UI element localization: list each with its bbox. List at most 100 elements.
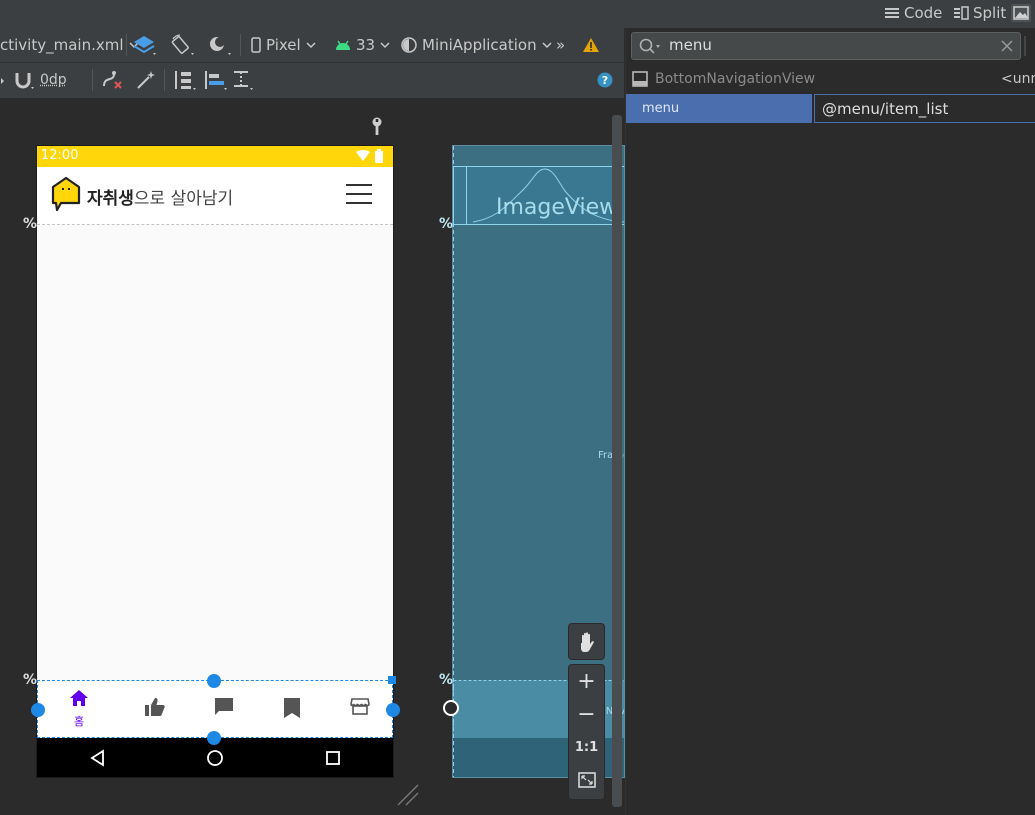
help-button[interactable]: ? — [597, 63, 613, 97]
toolbar-divider — [92, 69, 93, 91]
app-title-rest: 으로 살아남기 — [134, 189, 233, 209]
app-bar: 자취생으로 살아남기 — [37, 167, 393, 225]
warning-button[interactable] — [582, 28, 600, 62]
theme-dropdown[interactable]: MiniApplication — [400, 28, 553, 62]
night-mode-icon — [207, 33, 233, 57]
attribute-value-input[interactable]: @menu/item_list — [814, 94, 1035, 123]
clear-constraints-button[interactable] — [100, 63, 126, 97]
percent-guideline-marker[interactable]: % — [439, 216, 453, 232]
chat-icon — [214, 697, 234, 717]
canvas-vertical-scrollbar[interactable] — [612, 115, 622, 807]
component-header: BottomNavigationView <unn — [626, 66, 1035, 94]
clear-search-icon[interactable] — [1000, 39, 1014, 53]
resize-handle-bottom[interactable] — [207, 731, 221, 745]
split-icon — [953, 6, 969, 20]
theme-label: MiniApplication — [422, 36, 537, 54]
nav-item-home[interactable]: 홈 — [62, 687, 96, 731]
zoom-actual-size-button[interactable]: 1:1 — [569, 740, 604, 760]
attributes-panel: menu BottomNavigationView <unn menu @men… — [625, 28, 1035, 815]
bottom-navigation-view[interactable]: 홈 — [37, 680, 393, 738]
percent-guideline-marker[interactable]: % — [23, 672, 37, 688]
zoom-in-button[interactable]: + — [569, 669, 604, 699]
clear-constraints-icon — [100, 68, 126, 92]
recents-icon — [325, 750, 341, 766]
magic-wand-icon — [134, 68, 158, 92]
attribute-search-value: menu — [669, 36, 712, 54]
overflow-label: » — [556, 36, 565, 54]
attribute-row-menu[interactable]: menu @menu/item_list — [626, 94, 1035, 123]
nav-item-recommend[interactable] — [144, 697, 166, 717]
resize-handle-right[interactable] — [386, 703, 400, 717]
zoom-out-button[interactable]: − — [569, 702, 604, 732]
chevron-down-icon — [379, 40, 391, 50]
infer-constraints-button[interactable] — [134, 63, 158, 97]
percent-guideline-marker[interactable]: % — [439, 672, 453, 688]
split-view-label: Split — [973, 4, 1006, 22]
file-tab-dropdown[interactable]: ctivity_main.xml — [0, 28, 140, 62]
percent-guideline-marker[interactable]: % — [23, 216, 37, 232]
code-view-button[interactable]: Code — [884, 2, 942, 24]
resize-handle-top[interactable] — [207, 674, 221, 688]
hamburger-menu-icon[interactable] — [346, 183, 372, 205]
pack-button[interactable] — [172, 63, 198, 97]
status-bar: 12:00 — [37, 146, 393, 167]
layers-icon — [132, 33, 158, 57]
wifi-battery-icon — [355, 149, 389, 164]
magnet-button[interactable] — [12, 63, 34, 97]
app-title: 자취생으로 살아남기 — [87, 184, 233, 209]
design-view-button[interactable] — [1011, 4, 1031, 22]
help-icon: ? — [597, 72, 613, 88]
home-icon — [69, 689, 89, 707]
pan-button[interactable] — [568, 623, 605, 660]
margin-left-fragment — [0, 63, 8, 97]
phone-icon — [250, 37, 262, 53]
device-dropdown[interactable]: Pixel — [250, 28, 317, 62]
blueprint-handle-left[interactable] — [443, 700, 459, 716]
imageview-label: ImageView — [496, 195, 617, 220]
nav-item-store[interactable] — [350, 697, 370, 717]
guideline-icon — [231, 68, 257, 92]
back-icon — [89, 749, 107, 767]
wrench-icon[interactable] — [368, 117, 386, 137]
store-icon — [350, 697, 370, 717]
rotate-icon — [170, 33, 196, 57]
align-button[interactable] — [203, 63, 229, 97]
toolbar-overflow-button[interactable]: » — [556, 28, 565, 62]
api-level-dropdown[interactable]: 33 — [334, 28, 391, 62]
code-view-label: Code — [904, 4, 942, 22]
attribute-search-field[interactable]: menu — [631, 32, 1021, 60]
svg-text:?: ? — [602, 74, 608, 87]
nav-item-chat[interactable] — [214, 697, 234, 717]
default-margin-dropdown[interactable]: 0dp — [40, 63, 67, 97]
chevron-down-icon — [541, 40, 553, 50]
attribute-name-cell: menu — [626, 94, 812, 123]
attribute-value: @menu/item_list — [822, 100, 948, 118]
chevron-down-icon — [305, 40, 317, 50]
partial-icon — [0, 73, 8, 87]
device-label: Pixel — [266, 36, 301, 54]
image-icon — [1011, 4, 1031, 22]
guidelines-button[interactable] — [231, 63, 257, 97]
app-logo-icon — [50, 176, 82, 216]
layout-toolbar: ctivity_main.xml Pixel 33 MiniApplicatio… — [0, 28, 624, 63]
orientation-button[interactable] — [170, 28, 196, 62]
margin-value: 0dp — [40, 72, 67, 88]
toolbar-divider — [126, 34, 127, 56]
pack-icon — [172, 68, 198, 92]
theme-icon — [400, 36, 418, 54]
attribute-name: menu — [642, 101, 679, 116]
component-icon — [632, 71, 648, 87]
resize-grip-icon[interactable] — [396, 783, 420, 807]
view-mode-bar: Code Split — [0, 0, 1035, 28]
home-circle-icon — [206, 749, 224, 767]
component-name: BottomNavigationView — [655, 71, 815, 87]
nav-item-bookmark[interactable] — [283, 697, 301, 719]
design-surface-button[interactable] — [132, 28, 158, 62]
android-icon — [334, 38, 352, 52]
night-mode-button[interactable] — [207, 28, 233, 62]
zoom-to-fit-icon[interactable] — [578, 772, 596, 788]
component-id: <unn — [1001, 71, 1035, 87]
resize-handle-left[interactable] — [31, 703, 45, 717]
split-view-button[interactable]: Split — [953, 2, 1006, 24]
resize-handle-corner[interactable] — [388, 676, 396, 684]
